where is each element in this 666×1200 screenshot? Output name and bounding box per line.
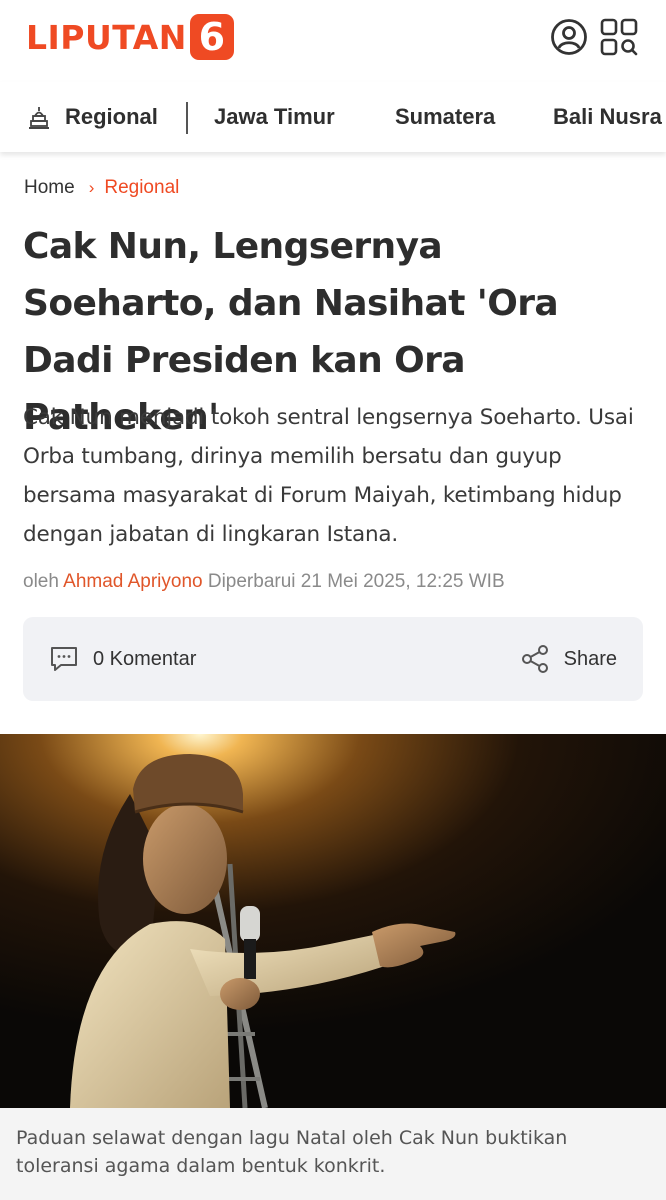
breadcrumb: Home › Regional [24,176,179,200]
logo-number: 6 [189,14,234,60]
updated-timestamp: Diperbarui 21 Mei 2025, 12:25 WIB [207,571,505,592]
comments-label: 0 Komentar [93,647,197,670]
section-nav: Regional Jawa Timur Sumatera Bali Nusra [0,82,666,152]
byline-prefix: oleh [23,571,59,592]
article-byline: oleh Ahmad Apriyono Diperbarui 21 Mei 20… [23,571,505,593]
article-actions-bar: 0 Komentar Share [23,617,643,701]
article-summary: Cak Nun menjadi tokoh sentral lengsernya… [23,405,634,547]
nav-item-sumatera[interactable]: Sumatera [395,82,495,152]
breadcrumb-home[interactable]: Home [24,177,75,199]
breadcrumb-current[interactable]: Regional [104,177,179,199]
comment-icon [51,647,77,671]
share-button[interactable]: Share [520,617,617,701]
author-link[interactable]: Ahmad Apriyono [63,571,202,592]
nav-item-bali-nusra[interactable]: Bali Nusra [553,82,662,152]
top-header: LIPUTAN 6 [0,0,666,82]
nav-divider [186,102,188,134]
share-icon [521,645,548,673]
article-photo[interactable] [0,734,666,1108]
user-icon[interactable] [550,18,588,56]
temple-icon [29,107,49,129]
breadcrumb-separator-icon: › [88,178,95,197]
comments-button[interactable]: 0 Komentar [49,617,196,701]
site-logo[interactable]: LIPUTAN 6 [26,14,234,60]
photo-caption: Paduan selawat dengan lagu Natal oleh Ca… [0,1108,666,1200]
grid-search-icon[interactable] [600,18,638,56]
nav-item-regional[interactable]: Regional [65,82,158,152]
share-label: Share [563,647,617,670]
logo-text: LIPUTAN [26,17,187,57]
nav-item-jawa-timur[interactable]: Jawa Timur [214,82,335,152]
